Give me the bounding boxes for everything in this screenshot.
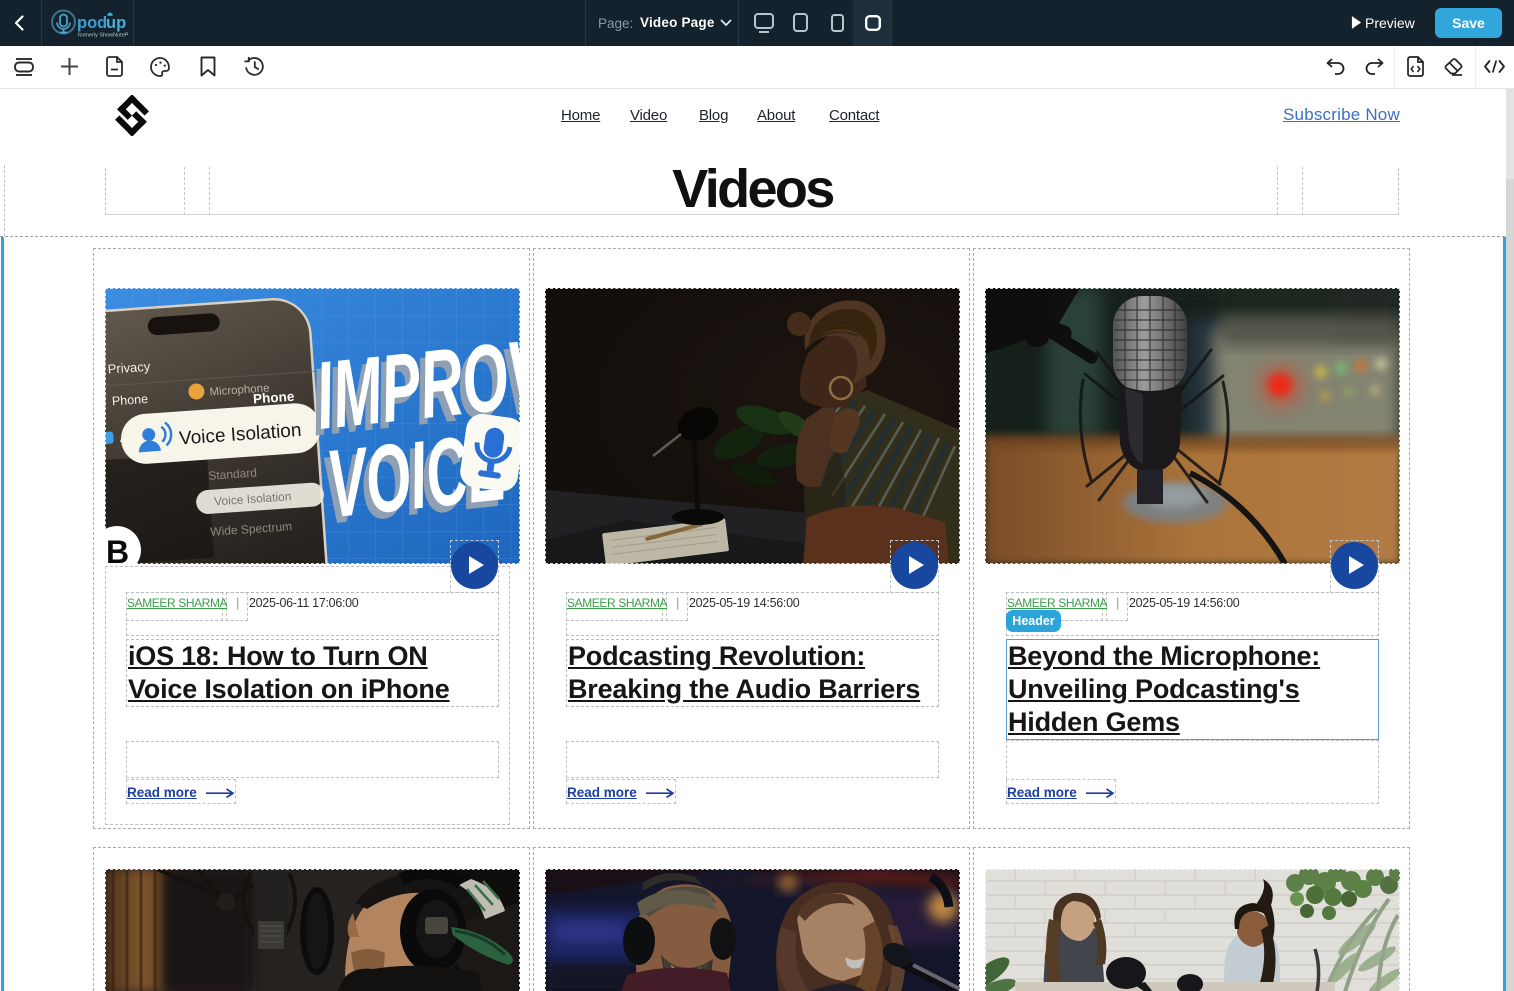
svg-text:up: up: [106, 14, 126, 32]
svg-text:formerly ShowNotePlanla: formerly ShowNotePlanla: [78, 33, 128, 39]
svg-text:pod: pod: [77, 14, 107, 32]
